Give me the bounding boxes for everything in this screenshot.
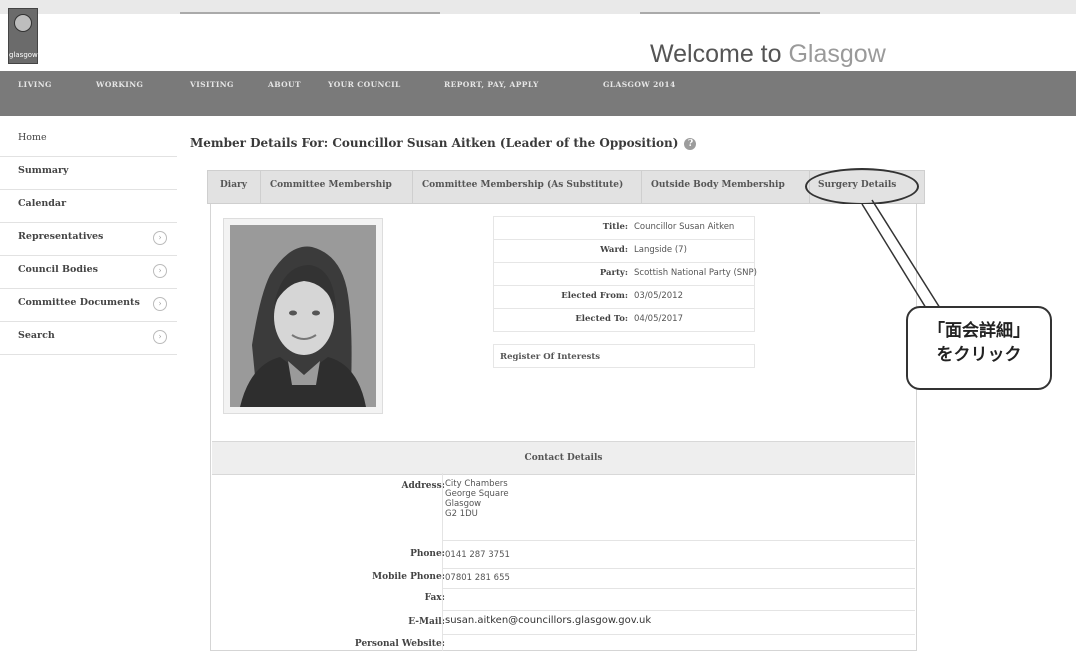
contact-row-fax: Fax: bbox=[212, 589, 915, 611]
contact-row-website: Personal Website: bbox=[212, 635, 915, 651]
email-link[interactable]: susan.aitken@councillors.glasgow.gov.uk bbox=[445, 616, 651, 626]
contact-details-heading: Contact Details bbox=[212, 441, 915, 475]
contact-row-address: Address: City Chambers George Square Gla… bbox=[212, 473, 915, 541]
callout-line-1: 「面会詳細」 bbox=[928, 321, 1030, 341]
contact-divider bbox=[442, 569, 443, 589]
annotation-callout: 「面会詳細」 をクリック bbox=[906, 306, 1052, 390]
callout-line-2: をクリック bbox=[936, 345, 1022, 365]
contact-value: City Chambers George Square Glasgow G2 1… bbox=[445, 479, 509, 519]
contact-divider bbox=[442, 611, 443, 635]
contact-divider bbox=[442, 589, 443, 611]
contact-row-email: E-Mail: susan.aitken@councillors.glasgow… bbox=[212, 611, 915, 635]
contact-value: 07801 281 655 bbox=[445, 573, 510, 583]
contact-label: E-Mail: bbox=[408, 617, 445, 627]
contact-label: Mobile Phone: bbox=[372, 572, 445, 582]
contact-value: 0141 287 3751 bbox=[445, 550, 510, 560]
contact-divider bbox=[442, 635, 443, 651]
contact-label: Personal Website: bbox=[354, 639, 445, 649]
contact-divider bbox=[442, 473, 443, 541]
contact-label: Address: bbox=[401, 481, 446, 491]
contact-label: Phone: bbox=[410, 549, 445, 559]
contact-row-mobile: Mobile Phone: 07801 281 655 bbox=[212, 569, 915, 589]
contact-row-phone-content: Phone: 0141 287 3751 bbox=[212, 545, 915, 566]
